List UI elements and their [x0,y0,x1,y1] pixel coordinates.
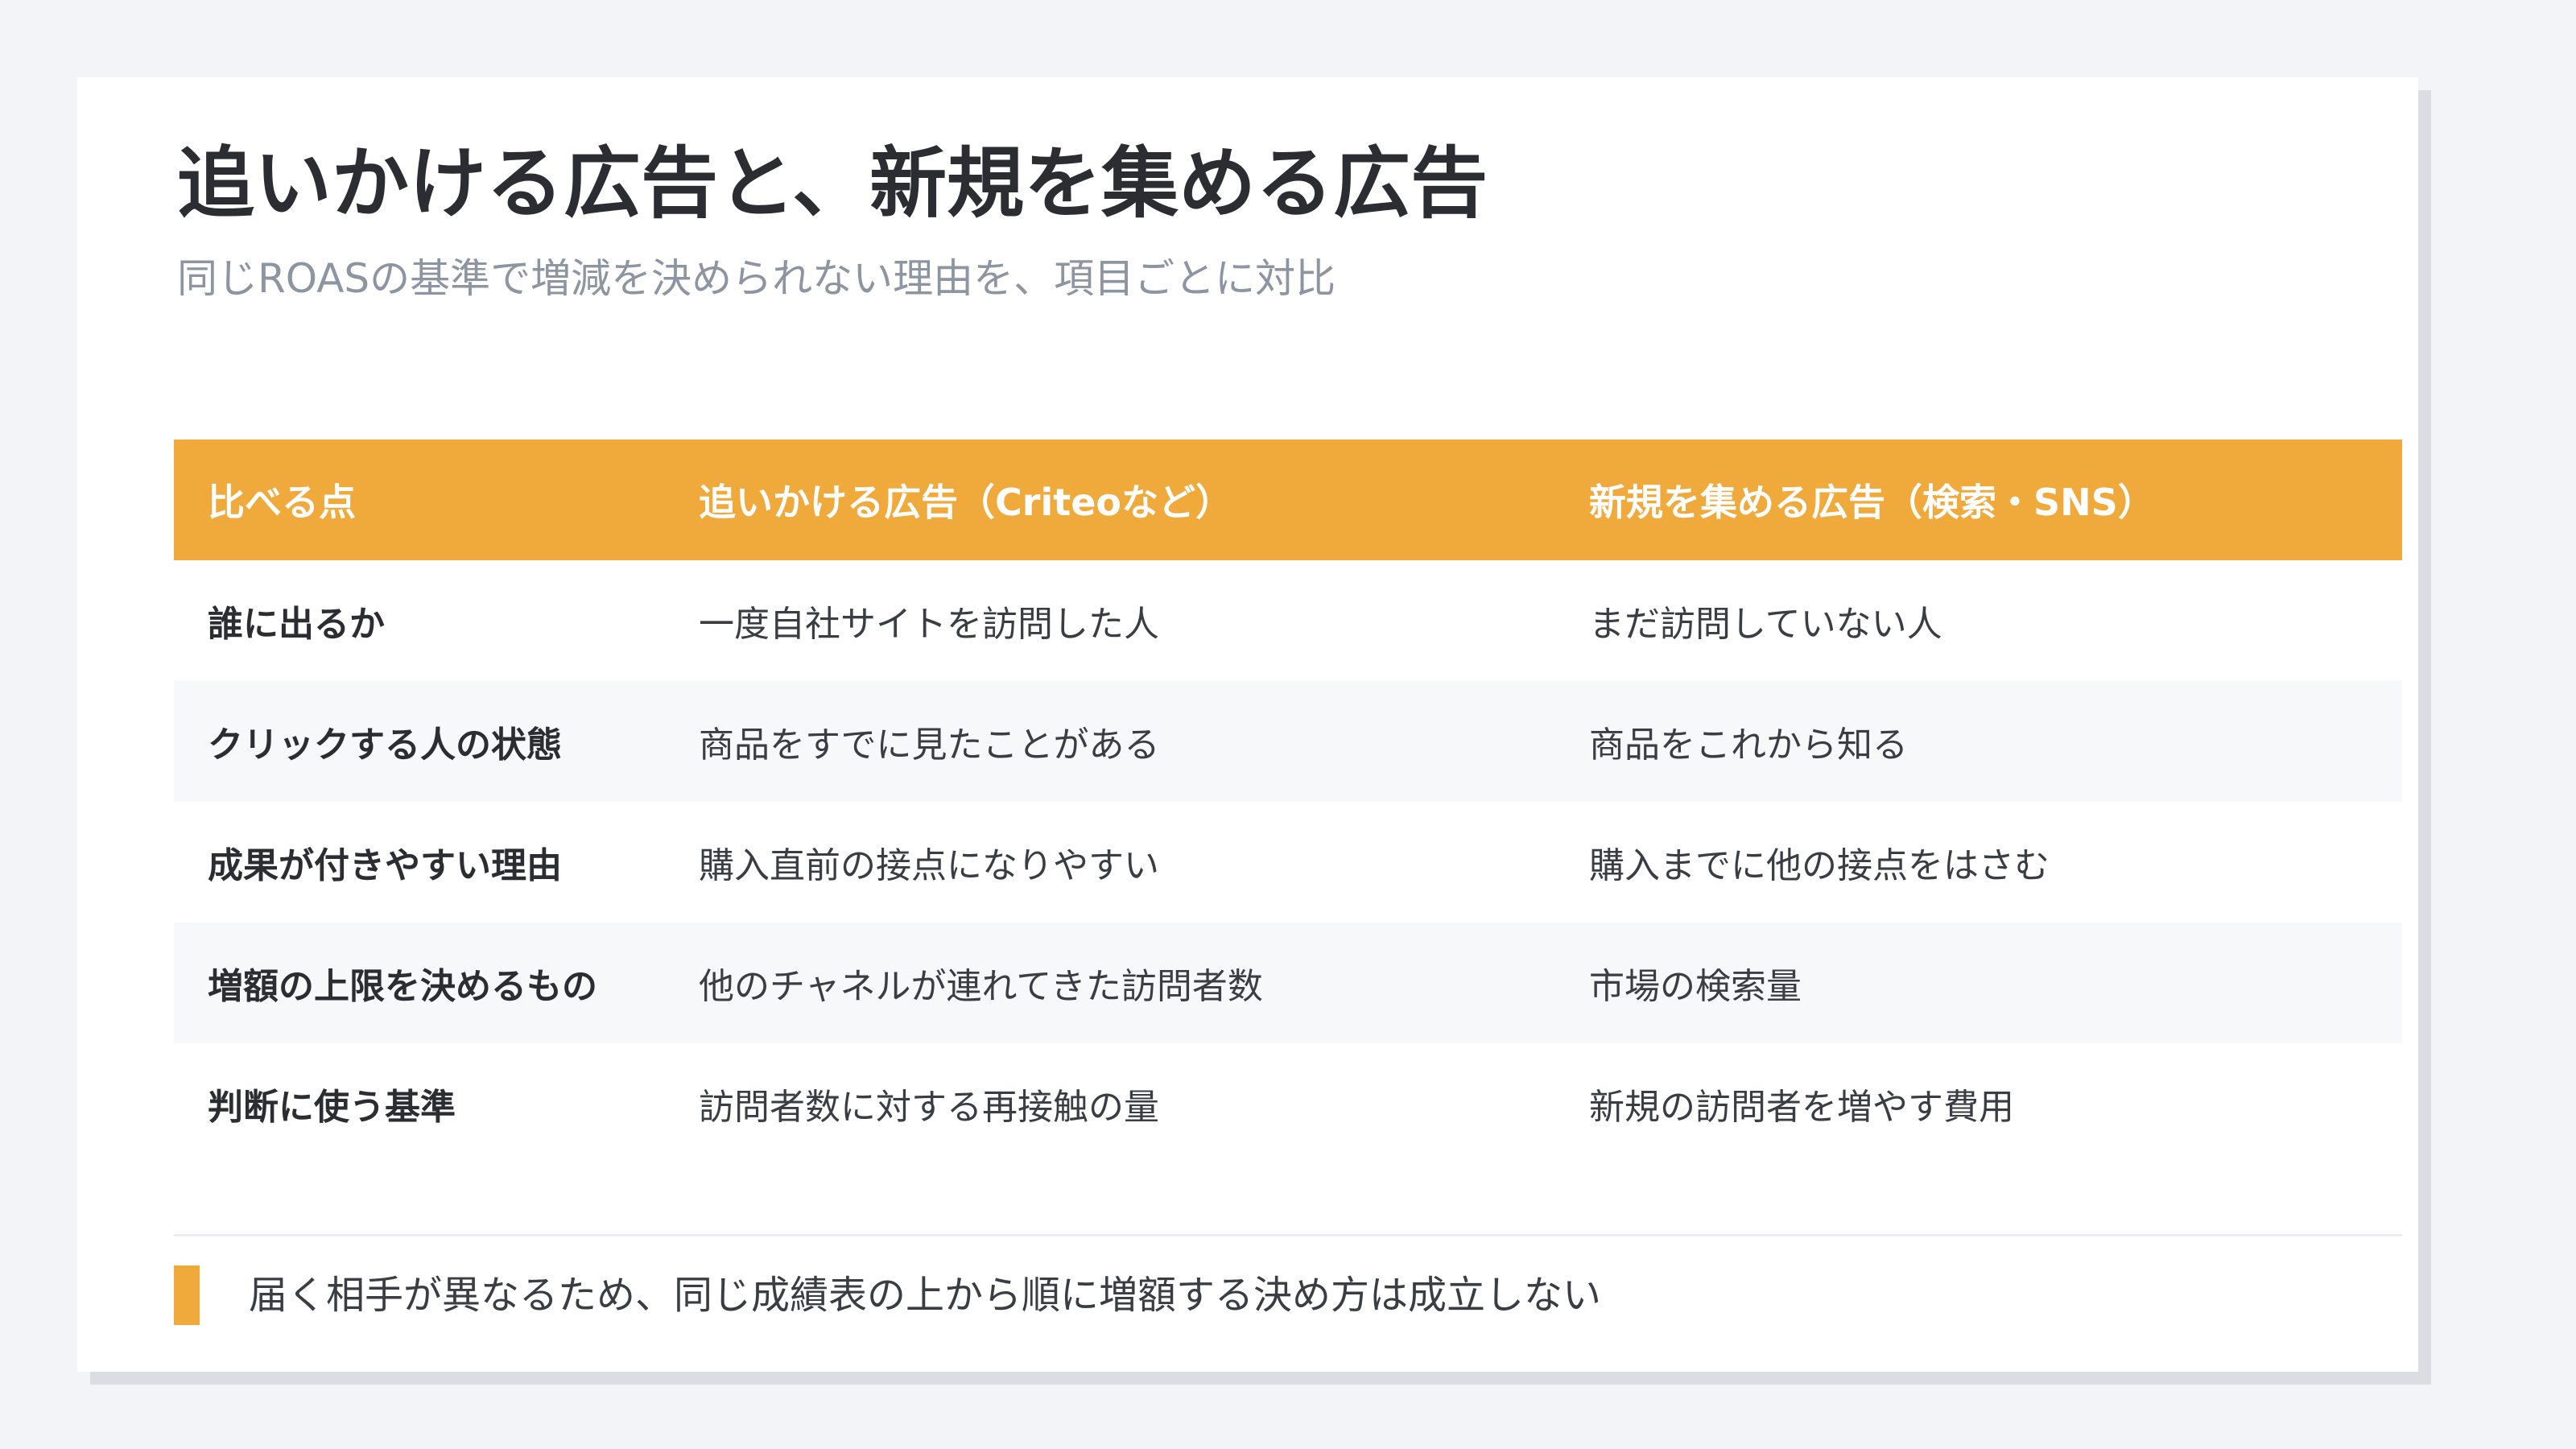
table-row: クリックする人の状態 商品をすでに見たことがある 商品をこれから知る [174,681,2402,802]
acquisition-cell: 新規の訪問者を増やす費用 [1589,1087,2014,1128]
divider [174,1234,2402,1236]
row-label: クリックする人の状態 [208,724,562,766]
row-label: 成果が付きやすい理由 [208,845,562,886]
retargeting-cell: 商品をすでに見たことがある [699,724,1160,766]
retargeting-cell: 他のチャネルが連れてきた訪問者数 [699,966,1263,1007]
acquisition-cell: 商品をこれから知る [1589,724,1908,766]
retargeting-cell: 訪問者数に対する再接触の量 [699,1087,1159,1128]
row-label: 判断に使う基準 [208,1087,456,1128]
slide-title: 追いかける広告と、新規を集める広告 [177,138,1488,229]
table-row: 増額の上限を決めるもの 他のチャネルが連れてきた訪問者数 市場の検索量 [174,923,2402,1043]
comparison-table: 比べる点 追いかける広告（Criteoなど） 新規を集める広告（検索・SNS） … [174,440,2402,1164]
slide-subtitle: 同じROASの基準で増減を決められない理由を、項目ごとに対比 [177,255,1336,302]
slide-card: 追いかける広告と、新規を集める広告 同じROASの基準で増減を決められない理由を… [77,77,2418,1372]
retargeting-cell: 一度自社サイトを訪問した人 [699,604,1159,645]
table-row: 判断に使う基準 訪問者数に対する再接触の量 新規の訪問者を増やす費用 [174,1043,2402,1164]
conclusion-note: 届く相手が異なるため、同じ成績表の上から順に増額する決め方は成立しない [249,1273,1602,1318]
acquisition-cell: まだ訪問していない人 [1589,604,1942,645]
acquisition-cell: 購入までに他の接点をはさむ [1589,845,2050,886]
header-comparison-point: 比べる点 [208,481,356,524]
table-row: 成果が付きやすい理由 購入直前の接点になりやすい 購入までに他の接点をはさむ [174,802,2402,923]
row-label: 誰に出るか [208,604,385,645]
header-retargeting-ads: 追いかける広告（Criteoなど） [699,481,1233,524]
acquisition-cell: 市場の検索量 [1589,966,1802,1007]
header-acquisition-ads: 新規を集める広告（検索・SNS） [1589,481,2155,524]
table-header-row: 比べる点 追いかける広告（Criteoなど） 新規を集める広告（検索・SNS） [174,440,2402,560]
note-accent-bar [174,1265,200,1325]
retargeting-cell: 購入直前の接点になりやすい [699,845,1159,886]
row-label: 増額の上限を決めるもの [208,966,597,1007]
table-row: 誰に出るか 一度自社サイトを訪問した人 まだ訪問していない人 [174,560,2402,681]
